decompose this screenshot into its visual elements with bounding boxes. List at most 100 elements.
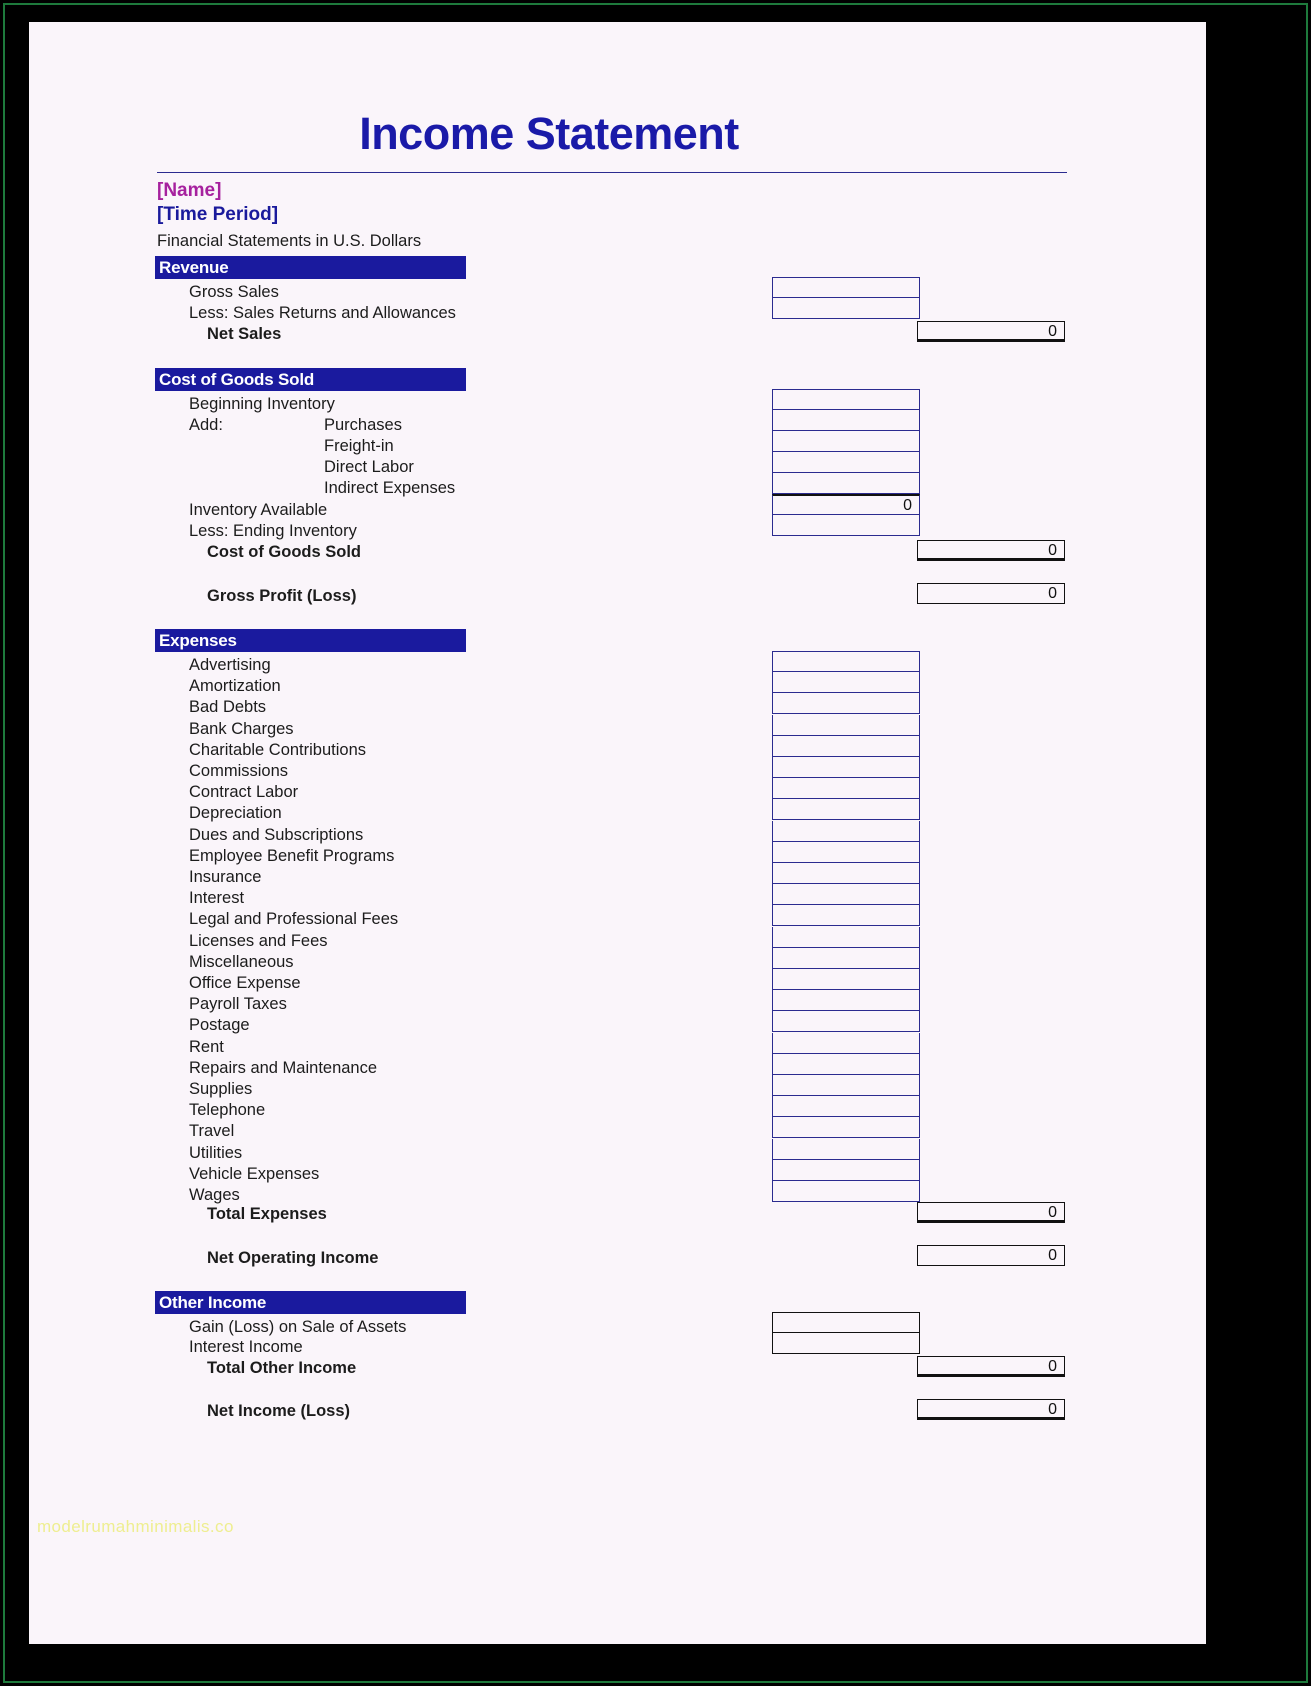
expense-row-label: Payroll Taxes	[189, 995, 287, 1014]
input-ending-inventory[interactable]	[772, 515, 920, 536]
row-label-inventory-available: Inventory Available	[189, 501, 328, 519]
expense-row-input[interactable]	[772, 1075, 920, 1096]
company-name-placeholder[interactable]: [Name]	[157, 180, 221, 202]
input-indirect-expenses[interactable]	[772, 473, 920, 494]
value-net-sales: 0	[917, 321, 1065, 342]
expense-row-input[interactable]	[772, 735, 920, 757]
expense-row-input[interactable]	[772, 778, 920, 800]
value-total-expenses: 0	[917, 1202, 1065, 1223]
expense-row-label: Licenses and Fees	[189, 931, 328, 950]
row-label-cost-of-goods-sold: Cost of Goods Sold	[207, 543, 361, 561]
row-label-gross-sales: Gross Sales	[189, 283, 279, 301]
expense-row-input[interactable]	[772, 757, 920, 778]
expense-row-input[interactable]	[772, 1032, 920, 1054]
row-label-gain-loss-sale-assets: Gain (Loss) on Sale of Assets	[189, 1318, 407, 1336]
expense-row-input[interactable]	[772, 947, 920, 969]
expense-row-label: Employee Benefit Programs	[189, 846, 395, 865]
row-label-ending-inventory: Less: Ending Inventory	[189, 522, 357, 540]
expense-row-label: Charitable Contributions	[189, 740, 367, 759]
expense-row-label: Interest	[189, 889, 245, 908]
expense-row-input[interactable]	[772, 672, 920, 694]
input-beginning-inventory[interactable]	[772, 389, 920, 410]
expense-row-label: Amortization	[189, 677, 281, 696]
expense-row-input[interactable]	[772, 799, 920, 821]
expense-row-label: Commissions	[189, 762, 289, 780]
expense-row-label: Wages	[189, 1186, 240, 1204]
row-label-purchases: Purchases	[324, 416, 402, 434]
row-label-net-sales: Net Sales	[207, 325, 282, 343]
page-frame: Income Statement [Name] [Time Period] Fi…	[0, 0, 1311, 1686]
expense-row-label: Dues and Subscriptions	[189, 825, 364, 844]
value-net-income: 0	[917, 1399, 1065, 1420]
expense-row-label: Miscellaneous	[189, 952, 294, 971]
expense-row-input[interactable]	[772, 926, 920, 948]
expense-row-label: Travel	[189, 1122, 235, 1141]
section-header-expenses: Expenses	[155, 629, 466, 652]
expense-row-label: Office Expense	[189, 974, 301, 992]
row-label-net-income: Net Income (Loss)	[207, 1402, 351, 1420]
currency-note: Financial Statements in U.S. Dollars	[157, 232, 422, 250]
section-header-revenue: Revenue	[155, 256, 466, 279]
expense-row-input[interactable]	[772, 1159, 920, 1181]
section-header-other-income: Other Income	[155, 1291, 466, 1314]
expense-row-input[interactable]	[772, 1011, 920, 1033]
expense-row-input[interactable]	[772, 969, 920, 990]
expense-row-input[interactable]	[772, 693, 920, 715]
expense-row-label: Bad Debts	[189, 698, 267, 717]
row-label-sales-returns: Less: Sales Returns and Allowances	[189, 304, 456, 322]
input-gross-sales[interactable]	[772, 277, 920, 298]
expense-row-label: Postage	[189, 1016, 250, 1035]
expense-row-input[interactable]	[772, 820, 920, 842]
value-gross-profit: 0	[917, 583, 1065, 604]
expense-row-input[interactable]	[772, 1096, 920, 1118]
input-freight-in[interactable]	[772, 431, 920, 452]
input-gain-loss-sale-assets[interactable]	[772, 1312, 920, 1333]
page-title: Income Statement	[359, 108, 739, 159]
expense-row-label: Telephone	[189, 1101, 266, 1120]
row-label-net-operating-income: Net Operating Income	[207, 1249, 379, 1267]
title-divider	[157, 172, 1067, 173]
input-sales-returns[interactable]	[772, 298, 920, 319]
input-interest-income[interactable]	[772, 1333, 920, 1354]
expense-row-label: Rent	[189, 1037, 224, 1056]
expense-row-label: Legal and Professional Fees	[189, 910, 399, 929]
row-label-gross-profit: Gross Profit (Loss)	[207, 587, 357, 605]
input-purchases[interactable]	[772, 410, 920, 431]
expense-row-label: Supplies	[189, 1080, 253, 1098]
expense-row-label: Insurance	[189, 868, 262, 886]
value-inventory-available: 0	[772, 494, 920, 515]
expense-row-input[interactable]	[772, 905, 920, 927]
input-direct-labor[interactable]	[772, 452, 920, 473]
row-label-indirect-expenses: Indirect Expenses	[324, 479, 456, 497]
expense-row-input[interactable]	[772, 1138, 920, 1160]
expense-row-input[interactable]	[772, 841, 920, 863]
row-label-add: Add:	[189, 416, 223, 434]
expense-row-input[interactable]	[772, 863, 920, 884]
section-header-cogs: Cost of Goods Sold	[155, 368, 466, 391]
expense-row-label: Utilities	[189, 1143, 243, 1162]
expense-row-input[interactable]	[772, 1117, 920, 1139]
expense-row-label: Contract Labor	[189, 783, 299, 802]
watermark-text: modelrumahminimalis.co	[37, 1517, 234, 1536]
expense-row-input[interactable]	[772, 714, 920, 736]
expense-row-input[interactable]	[772, 1181, 920, 1202]
time-period-placeholder[interactable]: [Time Period]	[157, 204, 278, 226]
row-label-beginning-inventory: Beginning Inventory	[189, 395, 335, 413]
expense-row-label: Vehicle Expenses	[189, 1164, 320, 1183]
expense-row-input[interactable]	[772, 1053, 920, 1075]
expense-row-label: Advertising	[189, 656, 271, 674]
value-cost-of-goods-sold: 0	[917, 540, 1065, 561]
value-total-other-income: 0	[917, 1356, 1065, 1377]
row-label-total-expenses: Total Expenses	[207, 1205, 327, 1223]
expense-row-input[interactable]	[772, 884, 920, 906]
expense-row-label: Repairs and Maintenance	[189, 1058, 378, 1077]
row-label-direct-labor: Direct Labor	[324, 458, 414, 476]
expense-row-label: Bank Charges	[189, 719, 294, 738]
expense-row-label: Depreciation	[189, 804, 282, 823]
expense-row-input[interactable]	[772, 651, 920, 672]
income-statement-page: Income Statement [Name] [Time Period] Fi…	[29, 22, 1206, 1644]
row-label-freight-in: Freight-in	[324, 437, 394, 455]
row-label-interest-income: Interest Income	[189, 1338, 303, 1356]
expense-row-input[interactable]	[772, 990, 920, 1012]
row-label-total-other-income: Total Other Income	[207, 1359, 357, 1377]
